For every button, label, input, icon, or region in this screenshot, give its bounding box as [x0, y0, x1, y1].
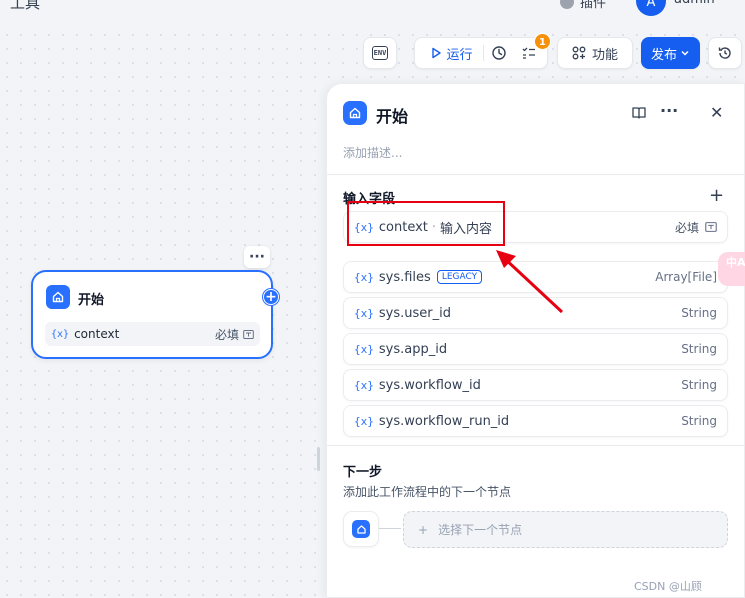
field-name: sys.workflow_id [378, 377, 481, 393]
text-input-icon [243, 329, 254, 339]
text-input-icon [705, 222, 717, 232]
run-label: 运行 [446, 47, 473, 63]
run-history-button[interactable] [484, 38, 514, 68]
field-type: Array[File] [655, 270, 717, 284]
avatar[interactable]: A [636, 0, 666, 16]
app-title: 工具 [10, 0, 41, 12]
required-label: 必填 [674, 220, 699, 235]
publish-label: 发布 [650, 47, 677, 63]
env-icon: ENV [371, 46, 389, 60]
grid-icon [572, 46, 586, 60]
start-node[interactable]: 开始 {x} context 必填 [31, 270, 273, 359]
field-required: 必填 [675, 219, 717, 236]
variable-icon: {x} [354, 342, 374, 356]
feature-label: 功能 [591, 47, 618, 63]
home-icon [352, 520, 370, 538]
publish-button[interactable]: 发布 [641, 37, 700, 69]
panel-title[interactable]: 开始 [376, 103, 408, 127]
node-add-next-button[interactable]: + [263, 289, 279, 305]
plus-icon: + [418, 522, 429, 537]
clock-play-icon [491, 46, 506, 60]
required-label: 必填 [214, 327, 239, 342]
home-icon [343, 101, 367, 125]
next-step-description: 添加此工作流程中的下一个节点 [343, 485, 512, 499]
translate-chip[interactable]: 中A [718, 252, 745, 286]
field-type: String [681, 342, 717, 356]
field-name: sys.user_id [378, 305, 451, 321]
node-variable-required: 必填 [215, 326, 254, 343]
field-type: String [681, 414, 717, 428]
user-name[interactable]: admin [674, 0, 715, 7]
node-settings-panel: 开始 ··· ✕ 添加描述... 输入字段 + {x} context · 输入… [326, 83, 745, 598]
system-field-row[interactable]: {x} sys.workflow_id String [343, 369, 728, 401]
plugin-icon [560, 0, 574, 9]
field-name: sys.workflow_run_id [378, 413, 510, 429]
plugin-label: 插件 [580, 0, 607, 11]
history-icon [718, 47, 731, 59]
panel-more-button[interactable]: ··· [660, 101, 678, 120]
field-type: String [681, 378, 717, 392]
env-button[interactable]: ENV [363, 37, 397, 69]
run-toolbar-group: 运行 [414, 37, 548, 69]
next-step-title: 下一步 [343, 465, 383, 480]
field-type: String [681, 306, 717, 320]
checklist-icon [522, 47, 535, 59]
select-next-node-button[interactable]: + 选择下一个节点 [403, 511, 728, 548]
close-icon[interactable]: ✕ [710, 103, 723, 122]
watermark: CSDN @山顾 [634, 580, 702, 593]
current-node-chip [343, 511, 379, 547]
plugin-link[interactable]: 插件 [560, 0, 606, 11]
variable-icon: {x} [354, 270, 374, 284]
field-name: sys.files [378, 269, 431, 285]
run-button[interactable]: 运行 [418, 38, 482, 68]
chevron-down-icon [681, 50, 689, 56]
add-field-button[interactable]: + [709, 185, 724, 206]
variable-icon: {x} [354, 306, 374, 320]
connector-line [379, 528, 401, 529]
node-more-button[interactable]: ··· [244, 246, 270, 268]
system-field-row[interactable]: {x} sys.app_id String [343, 333, 728, 365]
version-history-button[interactable] [708, 37, 742, 69]
feature-button[interactable]: 功能 [557, 37, 633, 69]
description-input[interactable]: 添加描述... [343, 144, 402, 161]
legacy-badge: LEGACY [436, 270, 483, 284]
top-bar: 工具 插件 A admin [0, 0, 745, 22]
variable-icon: {x} [354, 414, 374, 428]
node-title: 开始 [78, 293, 105, 308]
select-next-node-label: 选择下一个节点 [438, 523, 523, 537]
panel-resize-handle[interactable] [317, 447, 320, 471]
annotation-arrow [496, 250, 564, 314]
book-icon[interactable] [631, 105, 647, 125]
node-variable-name: context [74, 327, 120, 341]
annotation-highlight-box [347, 201, 505, 246]
divider [327, 174, 745, 175]
checklist-badge: 1 [534, 33, 551, 50]
field-name: sys.app_id [378, 341, 448, 357]
home-icon [46, 285, 70, 309]
node-variable-row: {x} context 必填 [45, 322, 260, 346]
play-icon [432, 47, 442, 59]
variable-icon: {x} [51, 328, 70, 340]
system-field-row[interactable]: {x} sys.workflow_run_id String [343, 405, 728, 437]
divider [327, 445, 745, 446]
variable-icon: {x} [354, 378, 374, 392]
